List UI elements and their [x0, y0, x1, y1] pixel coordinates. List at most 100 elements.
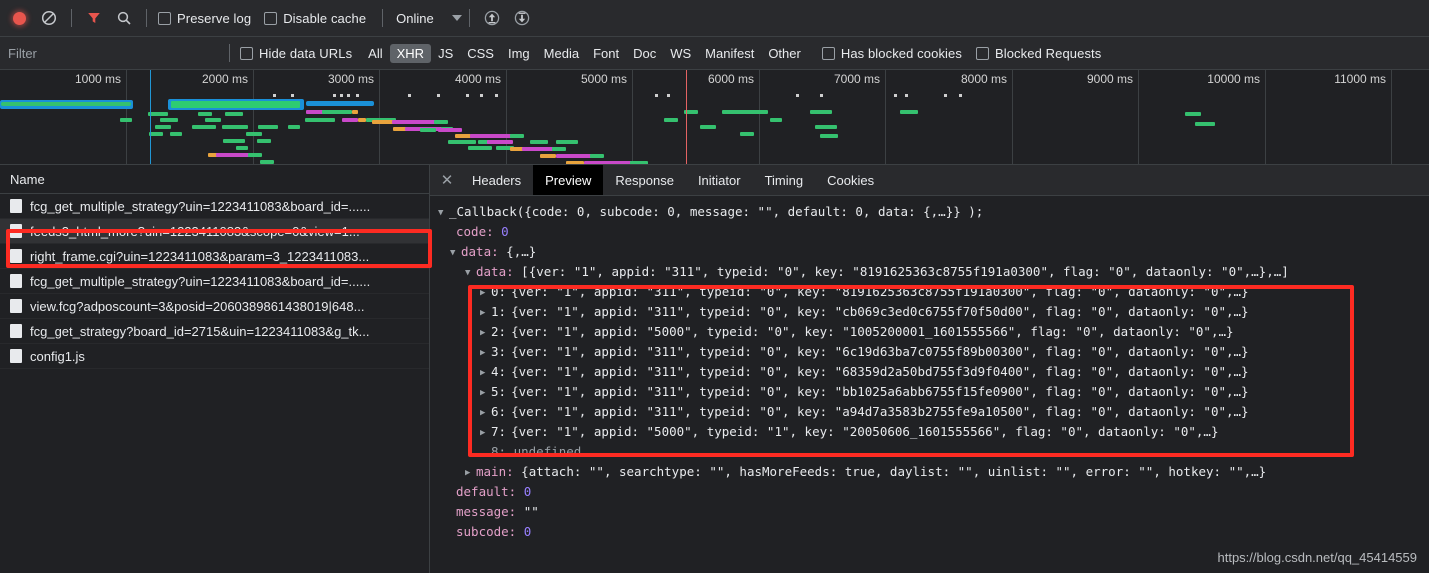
- expand-arrow-icon[interactable]: [480, 303, 491, 323]
- export-har-button[interactable]: [507, 4, 537, 32]
- waterfall-bar: [216, 153, 250, 157]
- devtools-network-panel: Preserve log Disable cache Online Filter…: [0, 0, 1429, 573]
- waterfall-dot: [820, 94, 823, 97]
- type-filter-font[interactable]: Font: [586, 44, 626, 63]
- dom-content-loaded-marker: [150, 70, 151, 164]
- expand-arrow-icon[interactable]: [480, 403, 491, 423]
- expand-arrow-icon[interactable]: [480, 323, 491, 343]
- import-har-button[interactable]: [477, 4, 507, 32]
- waterfall-main-bar-inner: [1, 102, 131, 106]
- waterfall-dot: [291, 94, 294, 97]
- preserve-log-checkbox[interactable]: Preserve log: [158, 11, 251, 26]
- preview-undefined-line: 8: undefined: [491, 444, 582, 459]
- type-filter-js[interactable]: JS: [431, 44, 460, 63]
- preview-array-item[interactable]: 4: {ver: "1", appid: "311", typeid: "0", …: [438, 362, 1429, 382]
- request-name: fcg_get_multiple_strategy?uin=1223411083…: [30, 273, 371, 289]
- waterfall-bar: [566, 161, 584, 164]
- timeline-tick-label: 5000 ms: [580, 72, 627, 86]
- waterfall-bar: [155, 125, 171, 129]
- tab-headers[interactable]: Headers: [460, 165, 533, 195]
- request-row[interactable]: view.fcg?adposcount=3&posid=206038986143…: [0, 294, 429, 319]
- waterfall-dot: [356, 94, 359, 97]
- expand-arrow-icon[interactable]: [480, 363, 491, 383]
- preview-inner-data-line[interactable]: data: [{ver: "1", appid: "311", typeid: …: [438, 262, 1429, 282]
- request-row[interactable]: fcg_get_multiple_strategy?uin=1223411083…: [0, 269, 429, 294]
- waterfall-bar: [810, 110, 832, 114]
- waterfall-dot: [667, 94, 670, 97]
- throttling-dropdown[interactable]: Online: [396, 11, 462, 26]
- waterfall-dot: [340, 94, 343, 97]
- preview-data-line[interactable]: data: {,…}: [438, 242, 1429, 262]
- search-magnifier-icon: [117, 11, 131, 25]
- request-row[interactable]: fcg_get_strategy?board_id=2715&uin=12234…: [0, 319, 429, 344]
- tab-response[interactable]: Response: [603, 165, 686, 195]
- array-value: {ver: "1", appid: "311", typeid: "0", ke…: [511, 384, 1249, 399]
- expand-arrow-icon[interactable]: [480, 383, 491, 403]
- file-icon: [10, 274, 22, 288]
- type-filter-other[interactable]: Other: [761, 44, 808, 63]
- waterfall-bar: [584, 161, 634, 164]
- request-row[interactable]: feeds3_html_more?uin=1223411083&scope=0&…: [0, 219, 429, 244]
- waterfall-bar: [288, 125, 300, 129]
- type-filter-all[interactable]: All: [361, 44, 389, 63]
- clear-button[interactable]: [34, 4, 64, 32]
- preview-array-item[interactable]: 0: {ver: "1", appid: "311", typeid: "0", …: [438, 282, 1429, 302]
- disable-cache-checkbox[interactable]: Disable cache: [264, 11, 366, 26]
- request-row[interactable]: config1.js: [0, 344, 429, 369]
- record-button[interactable]: [4, 4, 34, 32]
- filter-toggle-button[interactable]: [79, 4, 109, 32]
- search-button[interactable]: [109, 4, 139, 32]
- file-icon: [10, 199, 22, 213]
- expand-arrow-icon[interactable]: [450, 243, 461, 263]
- preview-array-item[interactable]: 7: {ver: "1", appid: "5000", typeid: "1",…: [438, 422, 1429, 442]
- preserve-log-checkbox-box: [158, 11, 171, 25]
- preview-default-line: default: 0: [456, 484, 532, 499]
- waterfall-bar: [222, 125, 248, 129]
- preview-array-item[interactable]: 5: {ver: "1", appid: "311", typeid: "0", …: [438, 382, 1429, 402]
- preview-main-line[interactable]: main: {attach: "", searchtype: "", hasMo…: [438, 462, 1429, 482]
- preview-array-item[interactable]: 6: {ver: "1", appid: "311", typeid: "0", …: [438, 402, 1429, 422]
- preview-json-viewer[interactable]: _Callback({code: 0, subcode: 0, message:…: [430, 196, 1429, 573]
- throttling-value: Online: [396, 10, 434, 26]
- blocked-requests-checkbox[interactable]: Blocked Requests: [975, 46, 1101, 61]
- type-filter-xhr[interactable]: XHR: [389, 43, 432, 63]
- waterfall-bar: [1195, 122, 1215, 126]
- waterfall-dot: [959, 94, 962, 97]
- type-filter-img[interactable]: Img: [501, 44, 537, 63]
- waterfall-bar: [820, 134, 838, 138]
- preview-message-line: message: "": [456, 504, 539, 519]
- waterfall-bar: [148, 112, 168, 116]
- hide-data-urls-checkbox[interactable]: Hide data URLs: [240, 46, 352, 61]
- disable-cache-label: Disable cache: [283, 10, 367, 26]
- tab-initiator[interactable]: Initiator: [686, 165, 753, 195]
- expand-arrow-icon[interactable]: [480, 283, 491, 303]
- request-row[interactable]: fcg_get_multiple_strategy?uin=1223411083…: [0, 194, 429, 219]
- expand-arrow-icon[interactable]: [438, 203, 449, 223]
- type-filter-doc[interactable]: Doc: [626, 44, 663, 63]
- expand-arrow-icon[interactable]: [480, 343, 491, 363]
- has-blocked-cookies-checkbox[interactable]: Has blocked cookies: [821, 46, 962, 61]
- preview-array-item[interactable]: 1: {ver: "1", appid: "311", typeid: "0", …: [438, 302, 1429, 322]
- tab-cookies[interactable]: Cookies: [815, 165, 886, 195]
- network-overview-timeline[interactable]: 1000 ms 2000 ms 3000 ms 4000 ms 5000 ms 6000 …: [0, 70, 1429, 165]
- toolbar-divider-2: [146, 9, 147, 27]
- preview-array-item[interactable]: 3: {ver: "1", appid: "311", typeid: "0", …: [438, 342, 1429, 362]
- type-filter-css[interactable]: CSS: [460, 44, 501, 63]
- expand-arrow-icon[interactable]: [480, 423, 491, 443]
- waterfall-bar: [770, 118, 782, 122]
- preview-root-line[interactable]: _Callback({code: 0, subcode: 0, message:…: [438, 202, 1429, 222]
- filter-input[interactable]: [0, 43, 221, 63]
- request-row[interactable]: right_frame.cgi?uin=1223411083&param=3_1…: [0, 244, 429, 269]
- waterfall-bar: [225, 112, 243, 116]
- waterfall-dot: [894, 94, 897, 97]
- expand-arrow-icon[interactable]: [465, 263, 476, 283]
- array-value: {ver: "1", appid: "311", typeid: "0", ke…: [511, 344, 1249, 359]
- close-x-icon[interactable]: ✕: [434, 167, 460, 193]
- type-filter-ws[interactable]: WS: [663, 44, 698, 63]
- expand-arrow-icon[interactable]: [465, 463, 476, 483]
- tab-preview[interactable]: Preview: [533, 165, 604, 195]
- preview-array-item[interactable]: 2: {ver: "1", appid: "5000", typeid: "0",…: [438, 322, 1429, 342]
- tab-timing[interactable]: Timing: [753, 165, 816, 195]
- type-filter-media[interactable]: Media: [537, 44, 586, 63]
- type-filter-manifest[interactable]: Manifest: [698, 44, 761, 63]
